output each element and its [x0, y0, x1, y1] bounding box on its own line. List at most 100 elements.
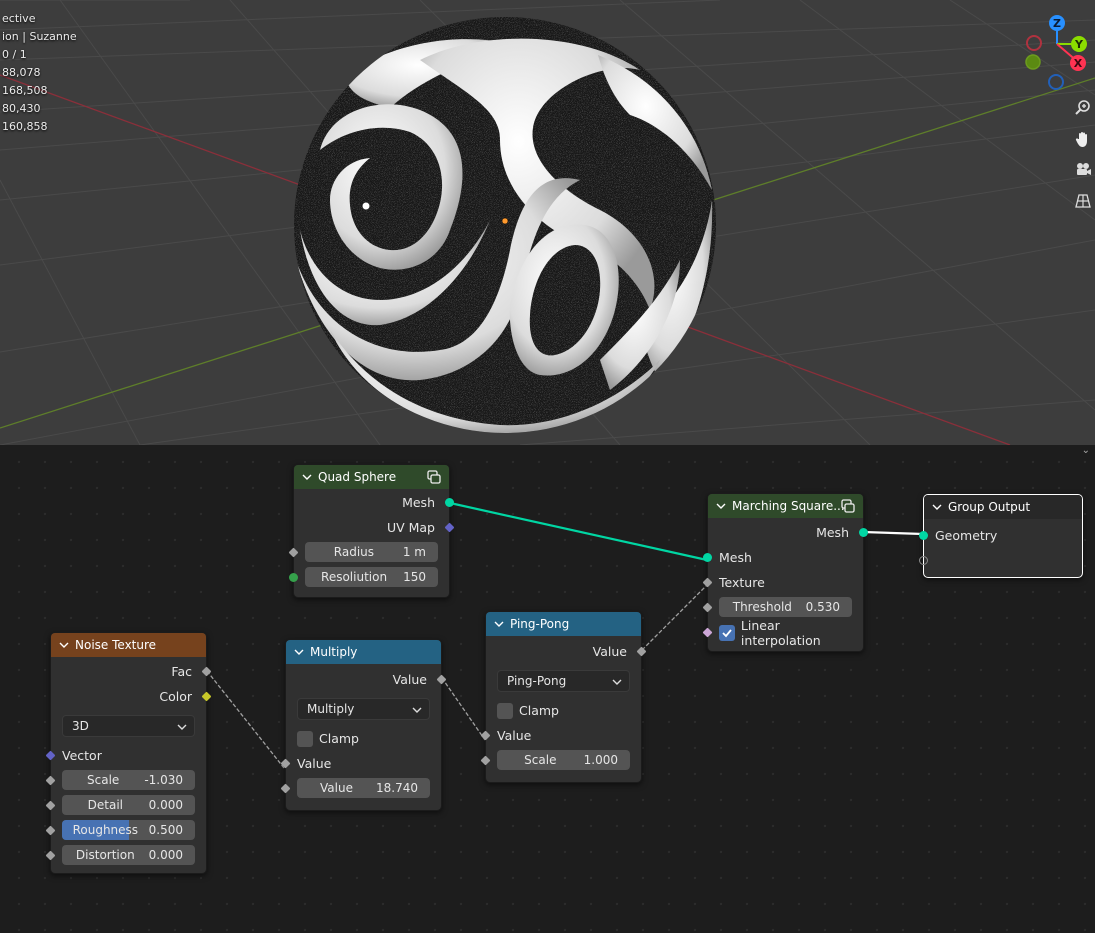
- multiply-header[interactable]: Multiply: [286, 640, 441, 664]
- neg-x-axis-icon[interactable]: [1026, 35, 1042, 51]
- distortion-label: Distortion: [75, 848, 135, 862]
- scale-value: -1.030: [144, 773, 183, 787]
- output-fac-label: Fac: [171, 664, 192, 679]
- y-axis-label: Y: [1074, 38, 1084, 51]
- output-mesh-label: Mesh: [816, 525, 849, 540]
- link-pingpong-to-marching[interactable]: [641, 584, 708, 651]
- value-value: 18.740: [376, 781, 418, 795]
- geometry-socket[interactable]: [445, 498, 454, 507]
- value-field[interactable]: Value 18.740: [297, 778, 430, 798]
- empty-socket[interactable]: [919, 556, 928, 565]
- distortion-field[interactable]: Distortion 0.000: [62, 845, 195, 865]
- radius-field[interactable]: Radius 1 m: [305, 542, 438, 562]
- link-marching-to-output[interactable]: [862, 530, 924, 536]
- checkbox-box[interactable]: [497, 702, 513, 719]
- 3d-viewport[interactable]: ective ion | Suzanne 0 / 1 88,078 168,50…: [0, 0, 1095, 445]
- value-row: Value 18.740: [280, 776, 441, 801]
- marching-squares-header[interactable]: Marching Square...: [708, 494, 863, 518]
- link-noise-to-multiply[interactable]: [206, 670, 285, 769]
- threshold-field[interactable]: Threshold 0.530: [719, 597, 852, 617]
- resolution-row: Resoliution 150: [289, 565, 449, 590]
- resolution-field[interactable]: Resoliution 150: [305, 567, 438, 587]
- operation-dropdown[interactable]: Ping-Pong: [497, 670, 630, 692]
- chevron-down-icon: [412, 704, 422, 714]
- detail-field[interactable]: Detail 0.000: [62, 795, 195, 815]
- output-value-row: Value: [486, 639, 647, 664]
- multiply-node[interactable]: Multiply Value Multiply Clamp Value Valu: [280, 639, 447, 811]
- neg-y-axis-icon[interactable]: [1025, 54, 1041, 70]
- hand-pan-icon: [1075, 132, 1087, 147]
- scale-value: 1.000: [583, 753, 618, 767]
- overlay-objects-count: 0 / 1: [2, 48, 27, 61]
- navigation-gizmo[interactable]: Z Y X: [1020, 12, 1090, 92]
- ping-pong-node[interactable]: Ping-Pong Value Ping-Pong Clamp Value Sc: [480, 611, 647, 783]
- output-value-label: Value: [392, 672, 427, 687]
- operation-value: Ping-Pong: [507, 674, 567, 688]
- clamp-label: Clamp: [519, 703, 559, 718]
- geometry-node-editor[interactable]: ⌄ Quad Sphere Mesh UV Map Radius 1 m Res…: [0, 445, 1095, 933]
- overlay-faces-count: 80,430: [2, 102, 41, 115]
- clamp-checkbox[interactable]: Clamp: [497, 702, 559, 719]
- noise-texture-header[interactable]: Noise Texture: [51, 633, 206, 657]
- x-axis-label: X: [1074, 57, 1083, 70]
- link-multiply-to-pingpong[interactable]: [441, 677, 486, 741]
- scale-row: Scale 1.000: [480, 748, 641, 773]
- input-mesh-row: Mesh: [703, 545, 863, 570]
- output-uvmap-label: UV Map: [386, 520, 435, 535]
- input-texture-row: Texture: [702, 570, 863, 595]
- checkmark-icon[interactable]: [719, 624, 735, 641]
- scale-field[interactable]: Scale -1.030: [62, 770, 195, 790]
- chevron-down-icon: [612, 676, 622, 686]
- input-vector-row: Vector: [45, 743, 206, 768]
- input-value-row: Value: [480, 723, 641, 748]
- output-color-row: Color: [51, 684, 212, 709]
- chevron-down-icon[interactable]: [59, 640, 69, 650]
- detail-value: 0.000: [148, 798, 183, 812]
- overlay-view-mode: ective: [2, 12, 36, 25]
- geometry-socket[interactable]: [703, 553, 712, 562]
- chevron-down-icon[interactable]: [494, 619, 504, 629]
- radius-row: Radius 1 m: [288, 540, 449, 565]
- chevron-down-icon[interactable]: [302, 472, 312, 482]
- threshold-value: 0.530: [805, 600, 840, 614]
- operation-value: Multiply: [307, 702, 355, 716]
- camera-view-button[interactable]: [1071, 156, 1095, 184]
- operation-dropdown[interactable]: Multiply: [297, 698, 430, 720]
- roughness-slider[interactable]: Roughness 0.500: [62, 820, 195, 840]
- chevron-down-icon[interactable]: [294, 647, 304, 657]
- quad-sphere-header[interactable]: Quad Sphere: [294, 465, 449, 489]
- geometry-socket[interactable]: [859, 528, 868, 537]
- geometry-socket[interactable]: [919, 531, 928, 540]
- dimensions-value: 3D: [72, 719, 89, 733]
- input-vector-label: Vector: [62, 748, 102, 763]
- sphere-mesh[interactable]: [294, 17, 716, 435]
- dimensions-dropdown[interactable]: 3D: [62, 715, 195, 737]
- node-group-icon[interactable]: [426, 470, 442, 484]
- integer-socket[interactable]: [289, 573, 298, 582]
- quad-sphere-node[interactable]: Quad Sphere Mesh UV Map Radius 1 m Resol…: [288, 464, 455, 598]
- output-value-label: Value: [592, 644, 627, 659]
- radius-value: 1 m: [402, 545, 426, 559]
- chevron-down-icon[interactable]: [932, 502, 942, 512]
- pan-button[interactable]: [1071, 125, 1095, 153]
- checkbox-box[interactable]: [297, 730, 313, 747]
- zoom-button[interactable]: [1071, 94, 1095, 122]
- marching-squares-node[interactable]: Marching Square... Mesh Mesh Texture Thr…: [702, 493, 868, 652]
- scale-field[interactable]: Scale 1.000: [497, 750, 630, 770]
- threshold-label: Threshold: [732, 600, 792, 614]
- node-group-icon[interactable]: [840, 499, 856, 513]
- group-output-node[interactable]: Group Output Geometry: [919, 494, 1083, 578]
- clamp-checkbox[interactable]: Clamp: [297, 730, 359, 747]
- zoom-icon: [1075, 100, 1090, 115]
- distortion-row: Distortion 0.000: [45, 843, 206, 868]
- link-sphere-to-marching[interactable]: [449, 501, 708, 562]
- neg-z-axis-icon[interactable]: [1048, 74, 1064, 90]
- noise-texture-node[interactable]: Noise Texture Fac Color 3D Vector Scale …: [45, 632, 212, 874]
- roughness-row: Roughness 0.500: [45, 818, 206, 843]
- chevron-down-icon[interactable]: [716, 501, 726, 511]
- ortho-toggle-button[interactable]: [1071, 187, 1095, 215]
- linear-interpolation-checkbox[interactable]: Linear interpolation: [719, 618, 863, 648]
- ping-pong-header[interactable]: Ping-Pong: [486, 612, 641, 636]
- scale-label: Scale: [87, 773, 120, 787]
- group-output-header[interactable]: Group Output: [924, 495, 1082, 519]
